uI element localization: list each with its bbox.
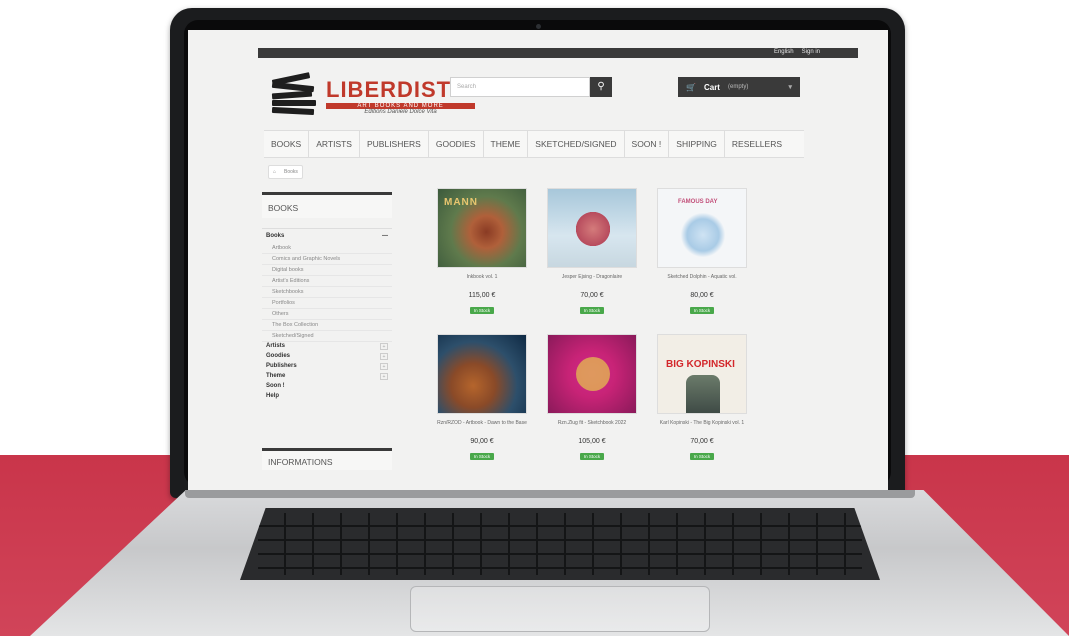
laptop-screen: English Sign in LIBERDISTRI ART BOOKS AN… bbox=[188, 30, 888, 490]
search-input[interactable]: Search bbox=[450, 77, 590, 97]
nav-item-sketched-signed[interactable]: SKETCHED/SIGNED bbox=[528, 130, 625, 158]
category-item[interactable]: Help bbox=[262, 392, 392, 402]
subcategory-item[interactable]: Portfolios bbox=[262, 298, 392, 309]
laptop-base bbox=[30, 490, 1069, 636]
subcategory-item[interactable]: Artbook bbox=[262, 243, 392, 254]
category-item[interactable]: Goodies + bbox=[262, 352, 392, 362]
product-name[interactable]: Karl Kopinski - The Big Kopinski vol. 1 bbox=[652, 420, 752, 434]
product-name[interactable]: Jesper Ejsing - Dragonlaire bbox=[542, 274, 642, 288]
product-price: 115,00 € bbox=[468, 292, 496, 299]
product-price: 70,00 € bbox=[580, 292, 604, 299]
nav-item-publishers[interactable]: PUBLISHERS bbox=[360, 130, 429, 158]
stock-badge[interactable]: In Stock bbox=[579, 307, 605, 314]
nav-item-artists[interactable]: ARTISTS bbox=[309, 130, 360, 158]
subcategory-item[interactable]: Digital books bbox=[262, 265, 392, 276]
site-logo[interactable]: LIBERDISTRI ART BOOKS AND MORE Editions … bbox=[268, 72, 476, 120]
trackpad bbox=[410, 586, 710, 632]
product-cover[interactable] bbox=[547, 334, 637, 414]
subcategory-item[interactable]: The Box Collection bbox=[262, 320, 392, 331]
product-cover[interactable]: BIG KOPINSKI bbox=[657, 334, 747, 414]
stock-badge[interactable]: In Stock bbox=[469, 453, 495, 460]
stage: English Sign in LIBERDISTRI ART BOOKS AN… bbox=[0, 0, 1069, 636]
category-tree: Books — Artbook Comics and Graphic Novel… bbox=[262, 228, 392, 402]
stock-badge[interactable]: In Stock bbox=[689, 307, 715, 314]
product-price: 70,00 € bbox=[690, 438, 714, 445]
category-item[interactable]: Soon ! bbox=[262, 382, 392, 392]
keyboard bbox=[240, 508, 880, 580]
category-item[interactable]: Theme + bbox=[262, 372, 392, 382]
product-name[interactable]: Rzn/RZOD - Artbook - Dawn to the Base bbox=[432, 420, 532, 434]
sidebar: BOOKS Books — Artbook Comics and Graphic… bbox=[262, 192, 392, 402]
cart-label: Cart bbox=[703, 82, 720, 92]
subcategory-item[interactable]: Comics and Graphic Novels bbox=[262, 254, 392, 265]
search-button[interactable]: ⚲ bbox=[590, 77, 612, 97]
collapse-icon[interactable]: — bbox=[382, 233, 388, 239]
product-card[interactable]: BIG KOPINSKI Karl Kopinski - The Big Kop… bbox=[652, 334, 752, 463]
sign-in-link[interactable]: Sign in bbox=[802, 49, 820, 55]
product-price: 80,00 € bbox=[690, 292, 714, 299]
main-nav: BOOKS ARTISTS PUBLISHERS GOODIES THEME S… bbox=[264, 130, 804, 158]
product-name[interactable]: Inkbook vol. 1 bbox=[432, 274, 532, 288]
home-icon[interactable]: ⌂ bbox=[273, 169, 276, 175]
nav-item-resellers[interactable]: RESELLERS bbox=[725, 130, 789, 158]
nav-item-theme[interactable]: THEME bbox=[484, 130, 529, 158]
search-icon: ⚲ bbox=[597, 81, 605, 92]
book-stack-icon bbox=[268, 72, 320, 120]
language-selector[interactable]: English bbox=[774, 49, 794, 55]
product-card[interactable]: Rzn/RZOD - Artbook - Dawn to the Base 90… bbox=[432, 334, 532, 463]
product-card[interactable]: MANN Inkbook vol. 1 115,00 € In Stock bbox=[432, 188, 532, 317]
breadcrumb-current: Books bbox=[284, 169, 298, 175]
product-price: 105,00 € bbox=[578, 438, 606, 445]
expand-icon: + bbox=[380, 363, 388, 370]
logo-subtitle: Editions Daniele Dolce Vita bbox=[364, 109, 437, 115]
product-card[interactable]: FAMOUS DAY Sketched Dolphin - Aquatic vo… bbox=[652, 188, 752, 317]
product-cover[interactable] bbox=[547, 188, 637, 268]
nav-item-shipping[interactable]: SHIPPING bbox=[669, 130, 725, 158]
category-item[interactable]: Publishers + bbox=[262, 362, 392, 372]
top-bar: English Sign in bbox=[258, 48, 858, 58]
camera-icon bbox=[535, 24, 541, 29]
subcategory-item[interactable]: Sketchbooks bbox=[262, 287, 392, 298]
sidebar-header: BOOKS bbox=[262, 192, 392, 218]
keyboard-keys bbox=[258, 513, 862, 575]
category-item[interactable]: Artists + bbox=[262, 342, 392, 352]
product-card[interactable]: Rzn.Zlug fit - Sketchbook 2022 105,00 € … bbox=[542, 334, 642, 463]
product-name[interactable]: Sketched Dolphin - Aquatic vol. bbox=[652, 274, 752, 288]
laptop-hinge bbox=[185, 490, 915, 498]
expand-icon: + bbox=[380, 343, 388, 350]
nav-item-books[interactable]: BOOKS bbox=[264, 130, 310, 158]
breadcrumb: ⌂ Books bbox=[268, 165, 303, 179]
stock-badge[interactable]: In Stock bbox=[579, 453, 605, 460]
category-books-label: Books bbox=[266, 233, 285, 239]
category-books[interactable]: Books — bbox=[262, 229, 392, 243]
cart-icon: 🛒 bbox=[686, 82, 696, 92]
subcategory-item[interactable]: Sketched/Signed bbox=[262, 331, 392, 342]
informations-header: INFORMATIONS bbox=[262, 448, 392, 470]
product-name[interactable]: Rzn.Zlug fit - Sketchbook 2022 bbox=[542, 420, 642, 434]
cart-status: (empty) bbox=[727, 84, 749, 90]
product-price: 90,00 € bbox=[470, 438, 494, 445]
product-cover[interactable]: FAMOUS DAY bbox=[657, 188, 747, 268]
product-cover[interactable] bbox=[437, 334, 527, 414]
expand-icon: + bbox=[380, 353, 388, 360]
stock-badge[interactable]: In Stock bbox=[689, 453, 715, 460]
expand-icon: + bbox=[380, 373, 388, 380]
chevron-down-icon: ▾ bbox=[788, 84, 792, 91]
product-card[interactable]: Jesper Ejsing - Dragonlaire 70,00 € In S… bbox=[542, 188, 642, 317]
subcategory-item[interactable]: Others bbox=[262, 309, 392, 320]
nav-item-soon[interactable]: SOON ! bbox=[625, 130, 670, 158]
cart-button[interactable]: 🛒 Cart (empty) ▾ bbox=[678, 77, 800, 97]
stock-badge[interactable]: In Stock bbox=[469, 307, 495, 314]
nav-item-goodies[interactable]: GOODIES bbox=[429, 130, 484, 158]
product-cover[interactable]: MANN bbox=[437, 188, 527, 268]
subcategory-item[interactable]: Artist's Editions bbox=[262, 276, 392, 287]
